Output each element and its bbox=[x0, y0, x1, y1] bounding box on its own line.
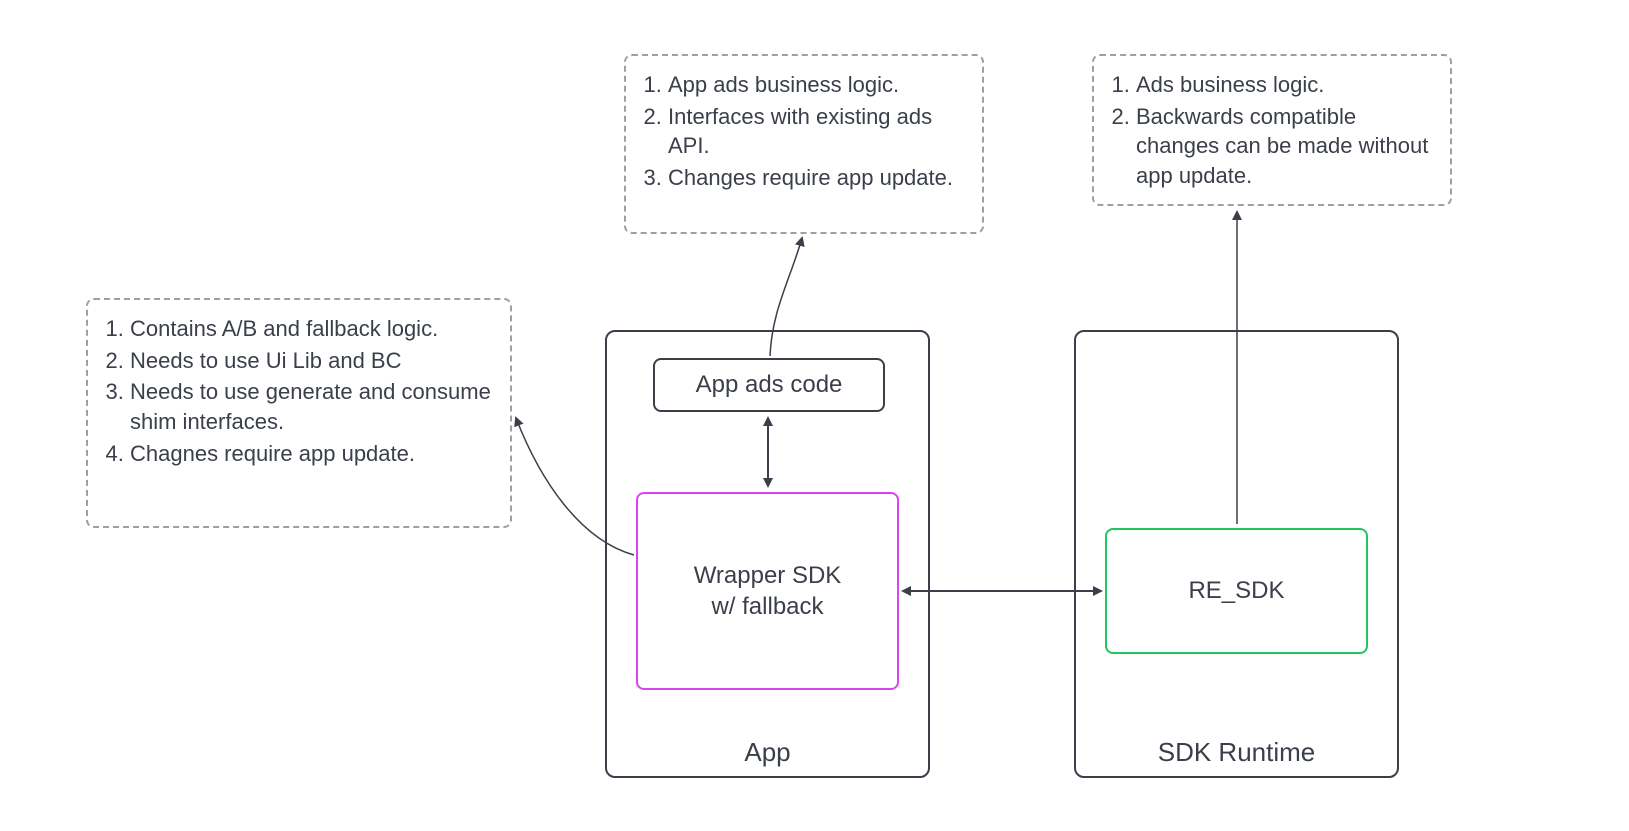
note-app-ads-item: Changes require app update. bbox=[668, 163, 964, 193]
note-wrapper-item: Chagnes require app update. bbox=[130, 439, 492, 469]
note-app-ads-item: App ads business logic. bbox=[668, 70, 964, 100]
note-wrapper-item: Needs to use generate and consume shim i… bbox=[130, 377, 492, 436]
note-wrapper-item: Needs to use Ui Lib and BC bbox=[130, 346, 492, 376]
note-wrapper-item: Contains A/B and fallback logic. bbox=[130, 314, 492, 344]
container-app-label: App bbox=[607, 737, 928, 768]
node-app-ads-code: App ads code bbox=[653, 358, 885, 412]
node-wrapper-sdk-line1: Wrapper SDK bbox=[694, 560, 842, 591]
node-re-sdk-label: RE_SDK bbox=[1188, 575, 1284, 606]
note-wrapper-sdk: Contains A/B and fallback logic. Needs t… bbox=[86, 298, 512, 528]
container-runtime-label: SDK Runtime bbox=[1076, 737, 1397, 768]
node-re-sdk: RE_SDK bbox=[1105, 528, 1368, 654]
note-app-ads: App ads business logic. Interfaces with … bbox=[624, 54, 984, 234]
node-wrapper-sdk-line2: w/ fallback bbox=[711, 591, 823, 622]
note-app-ads-item: Interfaces with existing ads API. bbox=[668, 102, 964, 161]
note-re-sdk: Ads business logic. Backwards compatible… bbox=[1092, 54, 1452, 206]
node-wrapper-sdk: Wrapper SDK w/ fallback bbox=[636, 492, 899, 690]
note-re-sdk-item: Backwards compatible changes can be made… bbox=[1136, 102, 1432, 191]
note-re-sdk-item: Ads business logic. bbox=[1136, 70, 1432, 100]
node-app-ads-code-label: App ads code bbox=[696, 369, 843, 400]
